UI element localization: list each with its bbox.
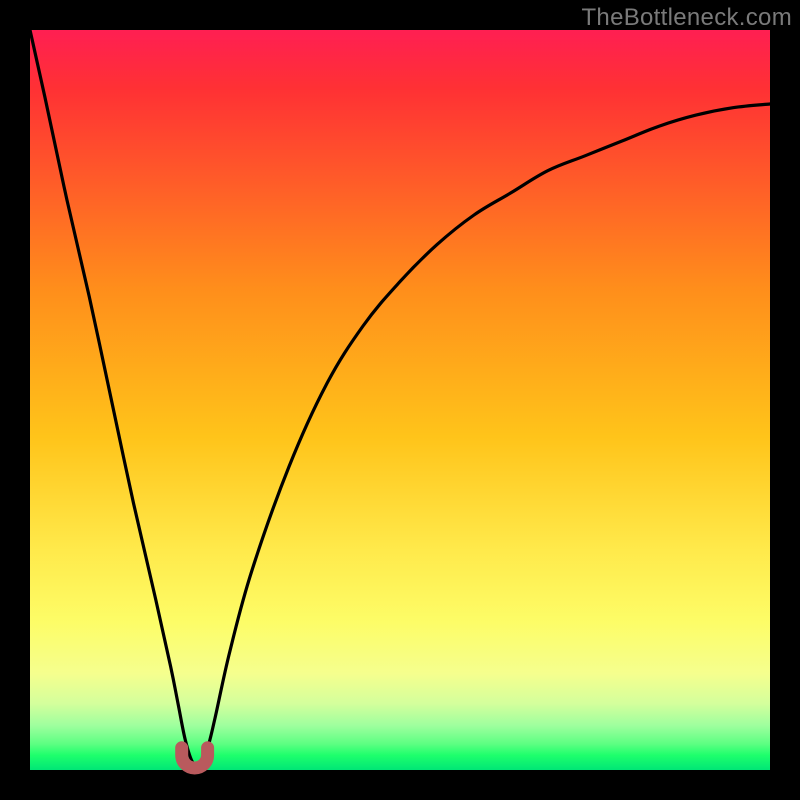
curve-path bbox=[30, 30, 773, 765]
chart-canvas: TheBottleneck.com bbox=[0, 0, 800, 800]
minimum-marker bbox=[182, 748, 208, 768]
plot-area bbox=[30, 30, 770, 770]
bottleneck-curve bbox=[30, 30, 770, 770]
watermark-text: TheBottleneck.com bbox=[581, 4, 792, 32]
